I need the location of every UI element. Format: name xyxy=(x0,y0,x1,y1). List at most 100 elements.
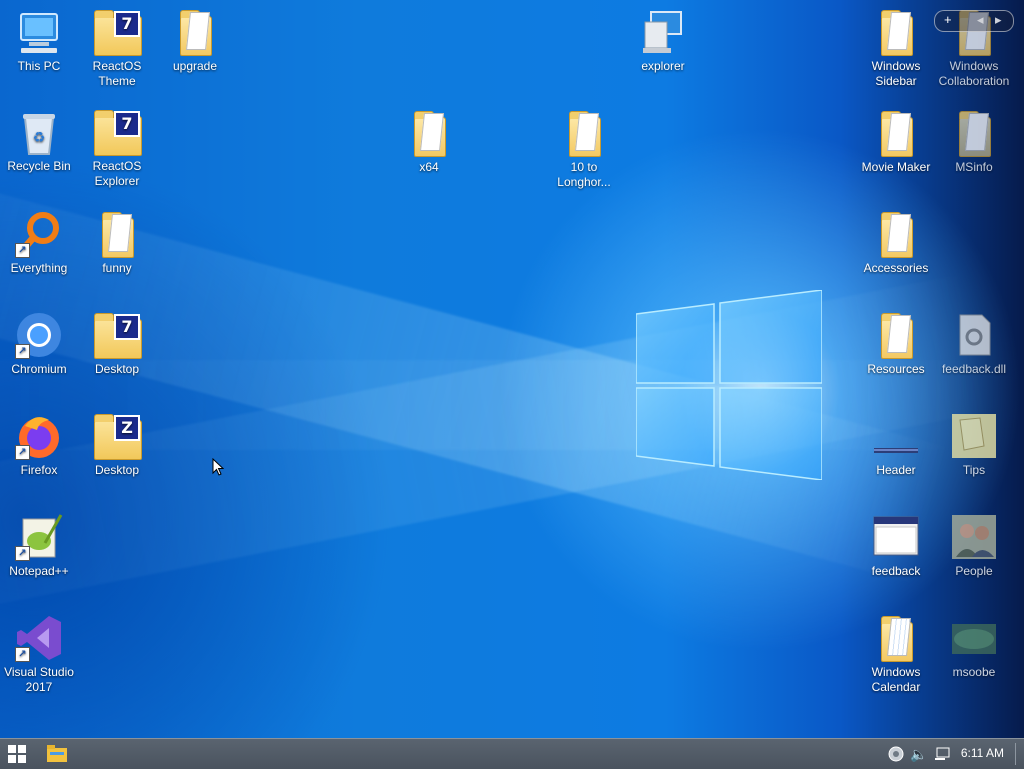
folder-7z-icon: 7 xyxy=(93,108,142,156)
previous-gadget-button[interactable]: ◂ xyxy=(977,12,984,28)
next-gadget-button[interactable]: ▸ xyxy=(995,12,1002,28)
icon-label: Desktop xyxy=(94,463,140,477)
desktop-icon-explorer[interactable]: explorer xyxy=(624,8,702,74)
desktop-icon-everything[interactable]: ↗ Everything xyxy=(0,210,78,276)
folder-icon xyxy=(872,109,920,157)
icon-label: feedback.dll xyxy=(941,362,1007,376)
7z-badge-icon: 7 xyxy=(114,11,140,37)
desktop-icon-header[interactable]: Header xyxy=(857,412,935,478)
icon-label: Chromium xyxy=(11,362,67,376)
folder-z-icon: Z xyxy=(93,412,142,460)
svg-text:♻: ♻ xyxy=(33,129,46,145)
icon-label: Windows Calendar xyxy=(871,665,921,694)
explorer-icon xyxy=(639,8,687,56)
icon-label: Movie Maker xyxy=(861,160,931,174)
icon-label: People xyxy=(955,564,993,578)
icon-label: msoobe xyxy=(952,665,996,679)
windows-logo-wallpaper xyxy=(635,289,823,481)
add-gadget-button[interactable]: + xyxy=(944,12,952,28)
folder-icon xyxy=(560,109,608,157)
shortcut-arrow-icon: ↗ xyxy=(15,647,30,662)
desktop-icon-resources[interactable]: Resources xyxy=(857,311,935,377)
folder-icon xyxy=(872,210,920,258)
desktop-icon-accessories[interactable]: Accessories xyxy=(857,210,935,276)
icon-label: Desktop xyxy=(94,362,140,376)
taskbar-clock[interactable]: 6:11 AM xyxy=(961,746,1004,760)
everything-search-icon: ↗ xyxy=(15,210,63,258)
desktop-icon-x64[interactable]: x64 xyxy=(390,109,468,175)
visual-studio-icon: ↗ xyxy=(15,614,63,662)
desktop-icon-msoobe[interactable]: msoobe xyxy=(935,614,1013,680)
desktop-icon-firefox[interactable]: ↗ Firefox xyxy=(0,412,78,478)
desktop-icon-chromium[interactable]: ↗ Chromium xyxy=(0,311,78,377)
folder-icon xyxy=(93,210,141,258)
desktop-icon-feedback-dll[interactable]: feedback.dll xyxy=(935,311,1013,377)
desktop-icon-msinfo[interactable]: MSinfo xyxy=(935,109,1013,175)
notepadpp-icon: ↗ xyxy=(15,513,63,561)
icon-label: ReactOS Explorer xyxy=(92,159,142,188)
shortcut-arrow-icon: ↗ xyxy=(15,546,30,561)
desktop-icon-windows-sidebar[interactable]: Windows Sidebar xyxy=(857,8,935,89)
start-button[interactable] xyxy=(8,745,26,763)
folder-7z-icon: 7 xyxy=(93,8,142,56)
icon-label: Firefox xyxy=(20,463,58,477)
desktop-icon-this-pc[interactable]: This PC xyxy=(0,8,78,74)
show-desktop-button[interactable] xyxy=(1015,743,1016,765)
desktop-icon-funny[interactable]: funny xyxy=(78,210,156,276)
header-image-icon xyxy=(872,412,920,460)
desktop-icon-tips[interactable]: Tips xyxy=(935,412,1013,478)
desktop-icon-people[interactable]: People xyxy=(935,513,1013,579)
folder-icon xyxy=(950,109,998,157)
chromium-icon: ↗ xyxy=(15,311,63,359)
tips-image-icon xyxy=(950,412,998,460)
icon-label: Header xyxy=(876,463,916,477)
icon-label: This PC xyxy=(17,59,61,73)
folder-icon xyxy=(405,109,453,157)
folder-icon xyxy=(171,8,219,56)
7z-badge-icon: 7 xyxy=(114,111,140,137)
desktop-icon-reactos-explorer[interactable]: 7 ReactOS Explorer xyxy=(78,108,156,189)
folder-icon xyxy=(872,311,920,359)
desktop-icon-reactos-theme[interactable]: 7 ReactOS Theme xyxy=(78,8,156,89)
icon-label: explorer xyxy=(641,59,685,73)
icon-label: MSinfo xyxy=(955,160,993,174)
desktop-icon-recycle-bin[interactable]: ♻ Recycle Bin xyxy=(0,108,78,174)
volume-icon[interactable]: 🔈 xyxy=(910,746,927,762)
7z-badge-icon: 7 xyxy=(114,314,140,340)
desktop-icon-desktop-7z[interactable]: 7 Desktop xyxy=(78,311,156,377)
icon-label: Recycle Bin xyxy=(7,159,71,173)
taskbar: 🔈 6:11 AM xyxy=(0,738,1024,769)
network-globe-icon[interactable] xyxy=(888,746,904,762)
icon-label: Notepad++ xyxy=(9,564,69,578)
folder-icon xyxy=(872,8,920,56)
folder-7z-icon: 7 xyxy=(93,311,142,359)
shortcut-arrow-icon: ↗ xyxy=(15,344,30,359)
taskbar-file-explorer-button[interactable] xyxy=(47,745,67,762)
desktop-icon-feedback[interactable]: feedback xyxy=(857,513,935,579)
people-icon xyxy=(950,513,998,561)
icon-label: Windows Collaboration xyxy=(938,59,1010,88)
icon-label: x64 xyxy=(419,160,439,174)
desktop-icon-desktop-z[interactable]: Z Desktop xyxy=(78,412,156,478)
icon-label: Resources xyxy=(867,362,925,376)
desktop-icon-upgrade[interactable]: upgrade xyxy=(156,8,234,74)
icon-label: Tips xyxy=(962,463,986,477)
desktop-icon-visual-studio[interactable]: ↗ Visual Studio 2017 xyxy=(0,614,78,695)
icon-label: feedback xyxy=(871,564,921,578)
file-explorer-icon xyxy=(47,745,67,762)
desktop-icon-movie-maker[interactable]: Movie Maker xyxy=(857,109,935,175)
network-monitor-icon[interactable] xyxy=(934,746,950,762)
firefox-icon: ↗ xyxy=(15,412,63,460)
icon-label: Windows Sidebar xyxy=(871,59,921,88)
z-badge-icon: Z xyxy=(114,415,140,441)
icon-label: Visual Studio 2017 xyxy=(4,665,74,694)
desktop-icon-windows-calendar[interactable]: Windows Calendar xyxy=(857,614,935,695)
shortcut-arrow-icon: ↗ xyxy=(15,445,30,460)
window-icon xyxy=(872,513,920,561)
desktop-icon-notepadpp[interactable]: ↗ Notepad++ xyxy=(0,513,78,579)
dll-file-icon xyxy=(950,311,998,359)
desktop-icon-10-to-longhorn[interactable]: 10 to Longhor... xyxy=(545,109,623,190)
icon-label: ReactOS Theme xyxy=(92,59,142,88)
icon-label: 10 to Longhor... xyxy=(557,160,611,189)
icon-label: Everything xyxy=(10,261,68,275)
